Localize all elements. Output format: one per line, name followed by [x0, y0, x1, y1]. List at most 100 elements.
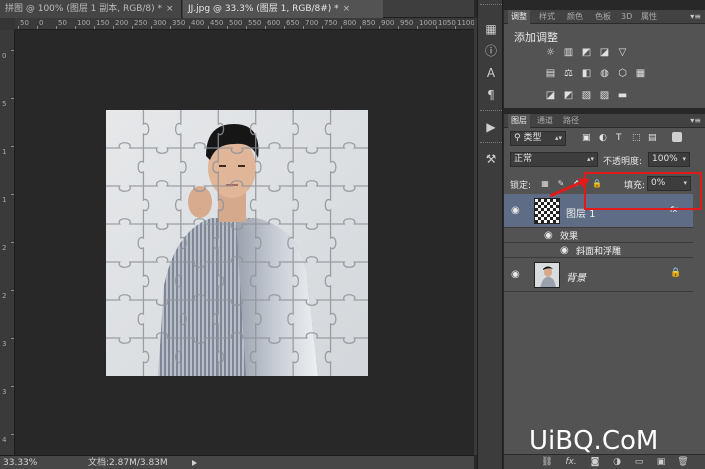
adjustment-icon[interactable]: ◩ — [562, 90, 575, 102]
status-menu-arrow-icon[interactable] — [192, 460, 197, 466]
zoom-level[interactable]: 33.33% — [3, 456, 37, 469]
tab-document-2-label: JJ.jpg @ 33.3% (图层 1, RGB/8#) * — [188, 4, 339, 14]
adjustment-icon[interactable]: ▨ — [598, 90, 611, 102]
filter-smart-object-icon[interactable]: ▤ — [648, 133, 657, 143]
adjustment-icon[interactable]: ⬡ — [616, 68, 629, 80]
layer-effect-bevel-row[interactable]: ◉ 斜面和浮雕 — [504, 243, 693, 258]
adjustment-icon[interactable]: ▽ — [616, 47, 629, 59]
tab-swatches[interactable]: 色板 — [592, 10, 614, 24]
ruler-tick — [208, 26, 209, 29]
eye-icon[interactable]: ◉ — [511, 206, 523, 216]
layer-thumbnail — [534, 262, 560, 288]
ruler-tick — [246, 26, 247, 29]
adjustment-icon[interactable]: ◪ — [544, 90, 557, 102]
ruler-number: 700 — [305, 19, 319, 27]
ruler-tick — [11, 194, 14, 195]
close-icon[interactable]: × — [343, 4, 351, 14]
panel-menu-icon[interactable]: ▾≡ — [690, 12, 701, 21]
adjustment-icon[interactable]: ◩ — [580, 47, 593, 59]
ruler-number: 950 — [400, 19, 414, 27]
ruler-number: 250 — [134, 19, 148, 27]
adjustment-icon[interactable]: ◧ — [580, 68, 593, 80]
puzzle-photo[interactable] — [106, 110, 368, 376]
ruler-number: 150 — [96, 19, 110, 27]
tab-layers[interactable]: 图层 — [508, 114, 530, 128]
tool-presets-icon[interactable]: ⚒ — [481, 150, 501, 168]
tab-channels[interactable]: 通道 — [534, 114, 556, 128]
opacity-label: 不透明度: — [603, 157, 643, 167]
adjustment-icon[interactable]: ▥ — [562, 47, 575, 59]
eye-icon[interactable]: ◉ — [560, 246, 572, 256]
actions-play-icon[interactable]: ▶ — [481, 118, 501, 136]
add-adjustment-title: 添加调整 — [514, 31, 558, 44]
close-icon[interactable]: × — [166, 4, 174, 14]
adjustment-icon[interactable]: ▧ — [580, 90, 593, 102]
mask-icon[interactable]: ◙ — [588, 456, 602, 468]
dock-grip[interactable] — [480, 4, 502, 7]
eye-icon[interactable]: ◉ — [511, 270, 523, 280]
tab-3d[interactable]: 3D — [618, 10, 635, 24]
adjustment-icon[interactable]: ▤ — [544, 68, 557, 80]
ruler-tick — [455, 26, 456, 29]
blend-mode-select[interactable]: 正常 ▴▾ — [510, 152, 598, 167]
ruler-tick — [11, 50, 14, 51]
ruler-horizontal[interactable]: 50 0 50 100 150 200 250 300 350 400 450 500 550 600 65… — [15, 18, 474, 30]
puzzle-image — [106, 110, 368, 376]
filter-toggle-icon[interactable] — [672, 132, 682, 142]
ruler-number: 550 — [248, 19, 262, 27]
chevron-down-icon: ▴▾ — [586, 155, 594, 163]
ruler-tick — [11, 290, 14, 291]
status-bar: 33.33% 文档:2.87M/3.83M — [0, 455, 474, 469]
layer-name[interactable]: 背景 — [566, 269, 586, 284]
ruler-number: 300 — [153, 19, 167, 27]
paragraph-icon[interactable]: ¶ — [481, 86, 501, 104]
link-icon[interactable]: ⛓ — [540, 456, 554, 468]
filter-kind-value: 类型 — [523, 133, 542, 143]
adjustment-icon[interactable]: ⚖ — [562, 68, 575, 80]
adjustment-icon[interactable]: ▦ — [634, 68, 647, 80]
layer-row-background[interactable]: ◉ 背景 🔒 — [504, 258, 693, 292]
character-icon[interactable]: A — [481, 64, 501, 82]
ruler-number: 850 — [362, 19, 376, 27]
dock-grip[interactable] — [480, 110, 502, 113]
tab-adjustments[interactable]: 调整 — [508, 10, 530, 24]
layer-effects-row[interactable]: ◉ 效果 — [504, 228, 693, 243]
history-icon[interactable]: ▦ — [481, 20, 501, 38]
filter-pixel-icon[interactable]: ▣ — [582, 133, 591, 143]
folder-icon[interactable]: ▭ — [632, 456, 646, 468]
ruler-vertical[interactable]: 0 5 1 1 2 2 3 3 4 — [0, 30, 15, 455]
eye-icon[interactable]: ◉ — [544, 231, 556, 241]
info-icon[interactable]: ⓘ — [481, 42, 501, 60]
adjustment-layer-icon[interactable]: ◑ — [610, 456, 624, 468]
layers-bottom-bar: ⛓ fx. ◙ ◑ ▭ ▣ 🗑 — [504, 454, 705, 469]
tab-styles[interactable]: 样式 — [536, 10, 558, 24]
ruler-tick — [18, 26, 19, 29]
adjustment-icon[interactable]: ☼ — [544, 47, 557, 59]
layers-panel: 图层 通道 路径 ▾≡ ⚲ 类型 ▴▾ ▣ ◐ T ⬚ ▤ 正常 ▴▾ 不透明度: … — [504, 114, 705, 454]
panel-menu-icon[interactable]: ▾≡ — [690, 116, 701, 125]
tab-paths[interactable]: 路径 — [560, 114, 582, 128]
chevron-down-icon: ▴▾ — [554, 134, 562, 142]
tab-properties[interactable]: 属性 — [638, 10, 660, 24]
ruler-origin[interactable] — [0, 18, 15, 30]
ruler-tick — [37, 26, 38, 29]
ruler-number: 400 — [191, 19, 205, 27]
tab-color[interactable]: 颜色 — [564, 10, 586, 24]
ruler-number: 200 — [115, 19, 129, 27]
ruler-tick — [284, 26, 285, 29]
adjustment-icon[interactable]: ◍ — [598, 68, 611, 80]
trash-icon[interactable]: 🗑 — [676, 456, 690, 468]
filter-type-icon[interactable]: T — [616, 133, 622, 143]
filter-adjustment-icon[interactable]: ◐ — [599, 133, 607, 143]
opacity-input[interactable]: 100% ▾ — [648, 152, 690, 167]
adjustment-icon[interactable]: ▬ — [616, 90, 629, 102]
fx-icon[interactable]: fx. — [564, 456, 578, 468]
new-layer-icon[interactable]: ▣ — [654, 456, 668, 468]
adjustment-icon[interactable]: ◪ — [598, 47, 611, 59]
filter-shape-icon[interactable]: ⬚ — [632, 133, 641, 143]
layer-filter-select[interactable]: ⚲ 类型 ▴▾ — [510, 131, 566, 146]
tab-document-2[interactable]: JJ.jpg @ 33.3% (图层 1, RGB/8#) * × — [183, 0, 383, 18]
ruler-tick — [11, 386, 14, 387]
tab-document-1[interactable]: 拼图 @ 100% (图层 1 副本, RGB/8) * × — [0, 0, 182, 18]
dock-grip[interactable] — [480, 142, 502, 145]
